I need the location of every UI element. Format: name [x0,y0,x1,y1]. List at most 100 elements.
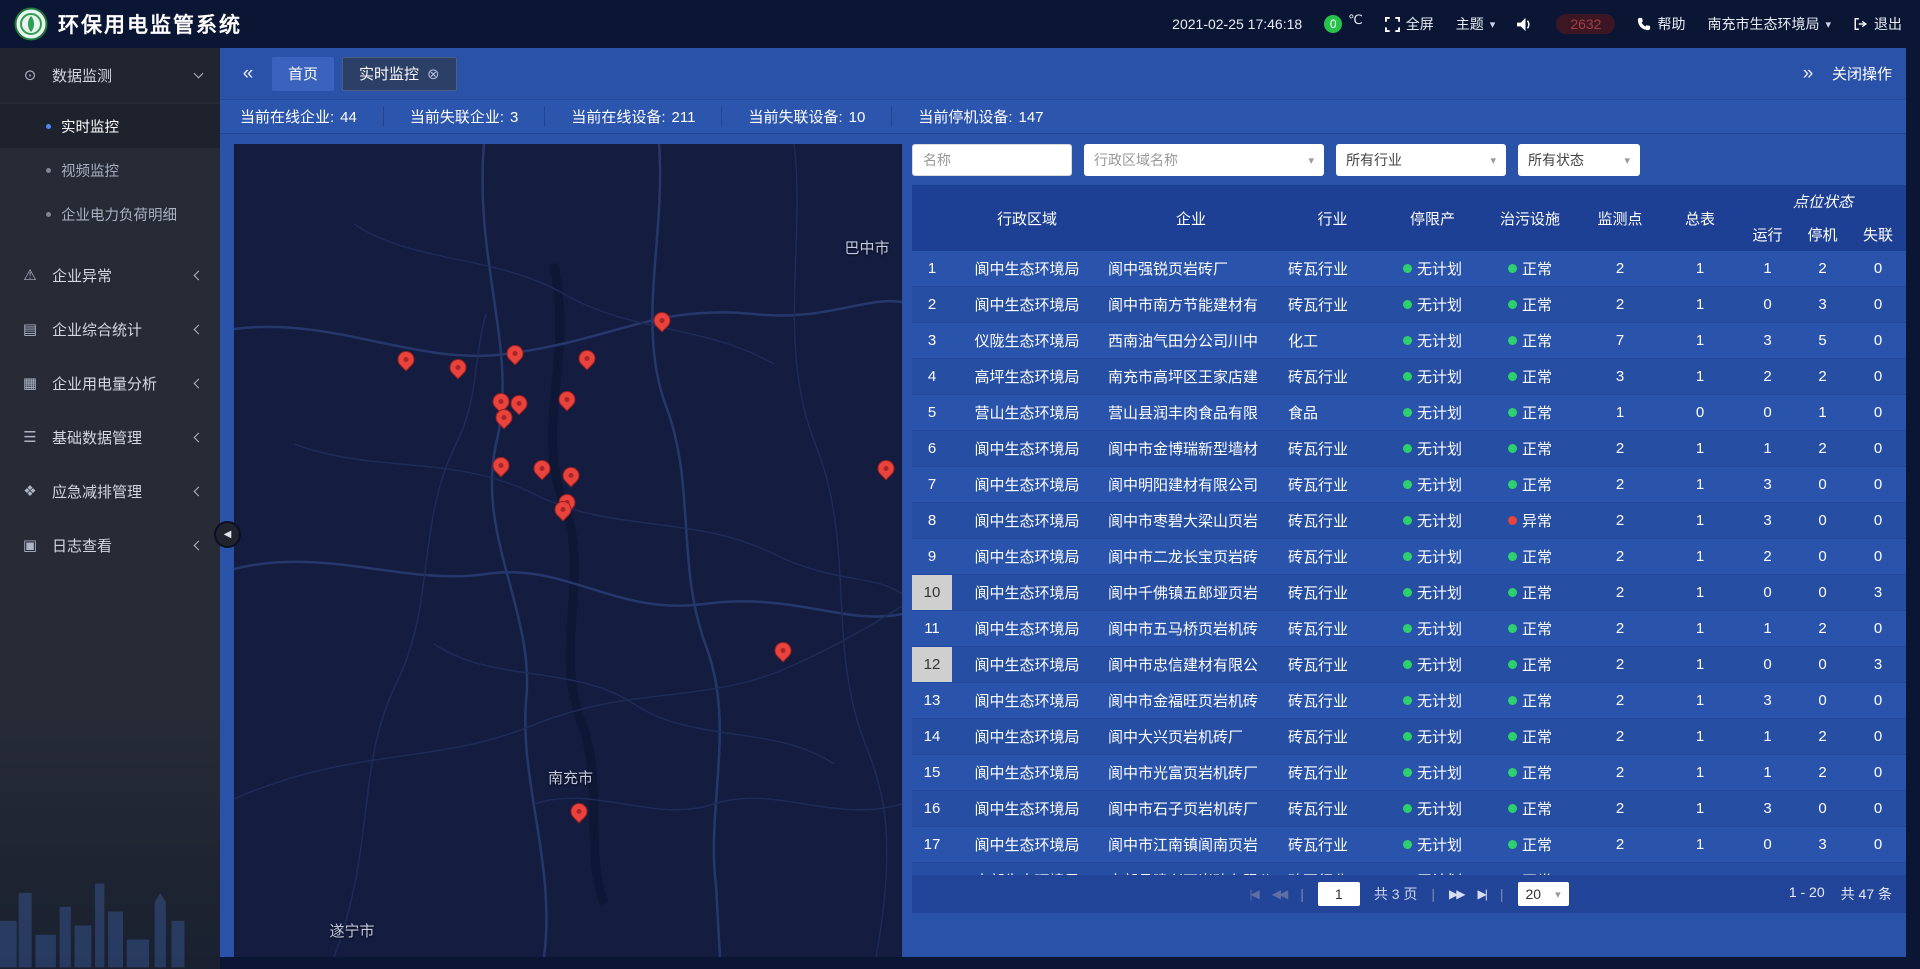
cell-enterprise: 阆中强锐页岩砖厂 [1102,251,1280,286]
logout-button[interactable]: 退出 [1853,14,1902,34]
stat-label: 当前在线设备: [571,109,665,126]
map-canvas[interactable]: 巴中市南充市遂宁市 [234,144,902,957]
cell-enterprise: 阆中市金福旺页岩机砖 [1102,683,1280,718]
cell-industry: 砖瓦行业 [1280,539,1385,574]
facility-status-text: 正常 [1522,402,1552,423]
table-row[interactable]: 12 阆中生态环境局 阆中市忠信建材有限公 砖瓦行业 无计划 正常 2 1 0 … [912,647,1906,683]
table-row[interactable]: 8 阆中生态环境局 阆中市枣碧大梁山页岩 砖瓦行业 无计划 异常 2 1 3 0… [912,503,1906,539]
app-logo-icon [14,7,48,41]
sidebar-group-enterprise-abnormal[interactable]: ⚠ 企业异常 [0,248,220,302]
table-row[interactable]: 3 仪陇生态环境局 西南油气田分公司川中 化工 无计划 正常 7 1 3 5 0 [912,323,1906,359]
table-row[interactable]: 2 阆中生态环境局 阆中市南方节能建材有 砖瓦行业 无计划 正常 2 1 0 3… [912,287,1906,323]
table-row[interactable]: 5 营山生态环境局 营山县润丰肉食品有限 食品 无计划 正常 1 0 0 1 0 [912,395,1906,431]
table-row[interactable]: 10 阆中生态环境局 阆中千佛镇五郎垭页岩 砖瓦行业 无计划 正常 2 1 0 … [912,575,1906,611]
cell-row-number: 6 [912,431,952,466]
table-row[interactable]: 9 阆中生态环境局 阆中市二龙长宝页岩砖 砖瓦行业 无计划 正常 2 1 2 0… [912,539,1906,575]
table-row[interactable]: 6 阆中生态环境局 阆中市金博瑞新型墙材 砖瓦行业 无计划 正常 2 1 1 2… [912,431,1906,467]
fullscreen-button[interactable]: 全屏 [1385,14,1434,34]
sidebar-group-enterprise-statistics[interactable]: ▤ 企业综合统计 [0,302,220,356]
sidebar-group-emergency-reduction[interactable]: ❖ 应急减排管理 [0,464,220,518]
status-filter-select[interactable]: 所有状态 ▾ [1518,144,1640,176]
sidebar-item[interactable]: 企业电力负荷明细 [0,192,220,236]
tab-close-icon[interactable]: ⊗ [427,65,440,83]
status-dot-icon [1403,264,1412,273]
table-row[interactable]: 15 阆中生态环境局 阆中市光富页岩机砖厂 砖瓦行业 无计划 正常 2 1 1 … [912,755,1906,791]
stat-label: 当前失联企业: [410,109,504,126]
tab-1[interactable]: 实时监控 ⊗ [342,57,457,91]
cell-region: 高坪生态环境局 [952,359,1102,394]
chevron-left-icon [194,540,204,550]
cell-stopped: 6 [1795,863,1850,875]
cell-total-meter: 1 [1660,827,1740,862]
status-dot-icon [1403,768,1412,777]
table-row[interactable]: 17 阆中生态环境局 阆中市江南镇阆南页岩 砖瓦行业 无计划 正常 2 1 0 … [912,827,1906,863]
page-size-select[interactable]: 20 ▾ [1518,882,1569,906]
status-dot-icon [1403,372,1412,381]
cell-industry: 化工 [1280,323,1385,358]
cell-stopped: 0 [1795,467,1850,502]
help-button[interactable]: 帮助 [1637,14,1685,34]
name-filter-input[interactable] [912,144,1072,176]
table-row[interactable]: 14 阆中生态环境局 阆中大兴页岩机砖厂 砖瓦行业 无计划 正常 2 1 1 2… [912,719,1906,755]
page-last-button[interactable]: ▶| [1478,887,1486,901]
facility-status-text: 正常 [1522,546,1552,567]
region-filter-select[interactable]: 行政区域名称 ▾ [1084,144,1324,176]
page-first-button[interactable]: |◀ [1249,887,1257,901]
announcement-button[interactable] [1517,17,1534,32]
chevron-left-icon [194,324,204,334]
cell-total-meter: 1 [1660,647,1740,682]
facility-status-text: 正常 [1522,762,1552,783]
table-row[interactable]: 18 南部生态环境局 南部县建兴页岩砖有限公 砖瓦行业 无计划 正常 2 1 0… [912,863,1906,875]
table-row[interactable]: 11 阆中生态环境局 阆中市五马桥页岩机砖 砖瓦行业 无计划 正常 2 1 1 … [912,611,1906,647]
cell-row-number: 16 [912,791,952,826]
facility-status-text: 正常 [1522,330,1552,351]
industry-filter-select[interactable]: 所有行业 ▾ [1336,144,1506,176]
table-row[interactable]: 16 阆中生态环境局 阆中市石子页岩机砖厂 砖瓦行业 无计划 正常 2 1 3 … [912,791,1906,827]
cell-industry: 砖瓦行业 [1280,863,1385,875]
header-offline: 失联 [1850,217,1906,251]
tabs-scroll-right-button[interactable]: » [1794,60,1822,88]
chevron-down-icon: ▾ [1490,154,1496,167]
tabs-scroll-left-button[interactable]: « [234,60,262,88]
sidebar-group-log-view[interactable]: ▣ 日志查看 [0,518,220,572]
cell-production-limit: 无计划 [1385,287,1480,322]
bullet-icon [46,124,51,129]
cell-production-limit: 无计划 [1385,251,1480,286]
cell-running: 3 [1740,503,1795,538]
header-point-status-group: 点位状态 运行 停机 失联 [1740,185,1906,251]
close-operations-button[interactable]: 关闭操作 [1832,63,1892,84]
sidebar-group-base-data[interactable]: ☰ 基础数据管理 [0,410,220,464]
sidebar-group-power-analysis[interactable]: ▦ 企业用电量分析 [0,356,220,410]
page-number-input[interactable] [1318,882,1360,906]
sidebar-item[interactable]: 视频监控 [0,148,220,192]
status-dot-icon [1508,624,1517,633]
cell-row-number: 12 [912,647,952,682]
map-collapse-button[interactable]: ◀ [214,521,241,548]
cell-pollution-facility: 正常 [1480,539,1580,574]
table-row[interactable]: 7 阆中生态环境局 阆中明阳建材有限公司 砖瓦行业 无计划 正常 2 1 3 0… [912,467,1906,503]
sidebar-group-data-monitoring[interactable]: ⊙ 数据监测 [0,48,220,102]
theme-dropdown[interactable]: 主题 ▾ [1456,14,1496,34]
monitor-icon: ⊙ [20,66,40,84]
temperature-unit: ℃ [1348,12,1363,28]
cell-total-meter: 1 [1660,287,1740,322]
organization-label: 南充市生态环境局 [1707,14,1819,34]
notification-count-badge[interactable]: 2632 [1556,14,1615,34]
cell-pollution-facility: 正常 [1480,467,1580,502]
cell-industry: 砖瓦行业 [1280,467,1385,502]
table-row[interactable]: 1 阆中生态环境局 阆中强锐页岩砖厂 砖瓦行业 无计划 正常 2 1 1 2 0 [912,251,1906,287]
cell-row-number: 4 [912,359,952,394]
page-next-button[interactable]: ▶▶ [1449,887,1463,901]
organization-dropdown[interactable]: 南充市生态环境局 ▾ [1707,14,1831,34]
facility-status-text: 正常 [1522,474,1552,495]
sidebar-item[interactable]: 实时监控 [0,104,220,148]
table-row[interactable]: 4 高坪生态环境局 南充市高坪区王家店建 砖瓦行业 无计划 正常 3 1 2 2… [912,359,1906,395]
header-point-status-columns: 运行 停机 失联 [1740,217,1906,251]
cell-offline: 0 [1850,287,1906,322]
status-dot-icon [1403,408,1412,417]
tab-0[interactable]: 首页 [272,57,334,91]
table-row[interactable]: 13 阆中生态环境局 阆中市金福旺页岩机砖 砖瓦行业 无计划 正常 2 1 3 … [912,683,1906,719]
cell-total-meter: 1 [1660,863,1740,875]
cell-total-meter: 1 [1660,719,1740,754]
page-prev-button[interactable]: ◀◀ [1272,887,1286,901]
